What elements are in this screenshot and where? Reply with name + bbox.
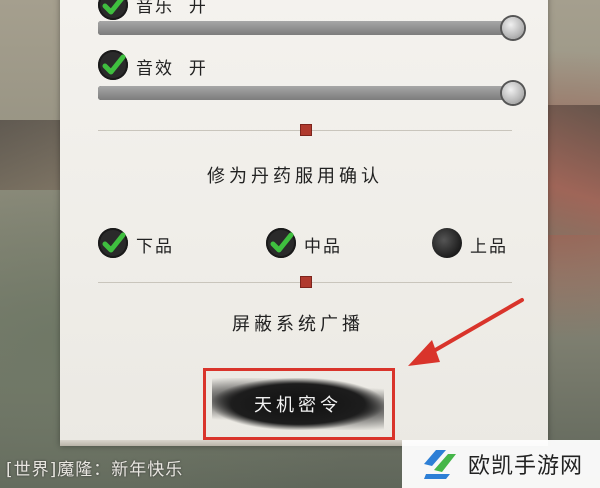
world-chat-message: [世界]魔隆：新年快乐 (6, 460, 184, 480)
watermark-text: 欧凯手游网 (468, 454, 584, 479)
pointer-arrow-icon (408, 298, 524, 366)
watermark-logo-icon (424, 450, 456, 479)
watermark: 欧凯手游网 (402, 440, 600, 488)
